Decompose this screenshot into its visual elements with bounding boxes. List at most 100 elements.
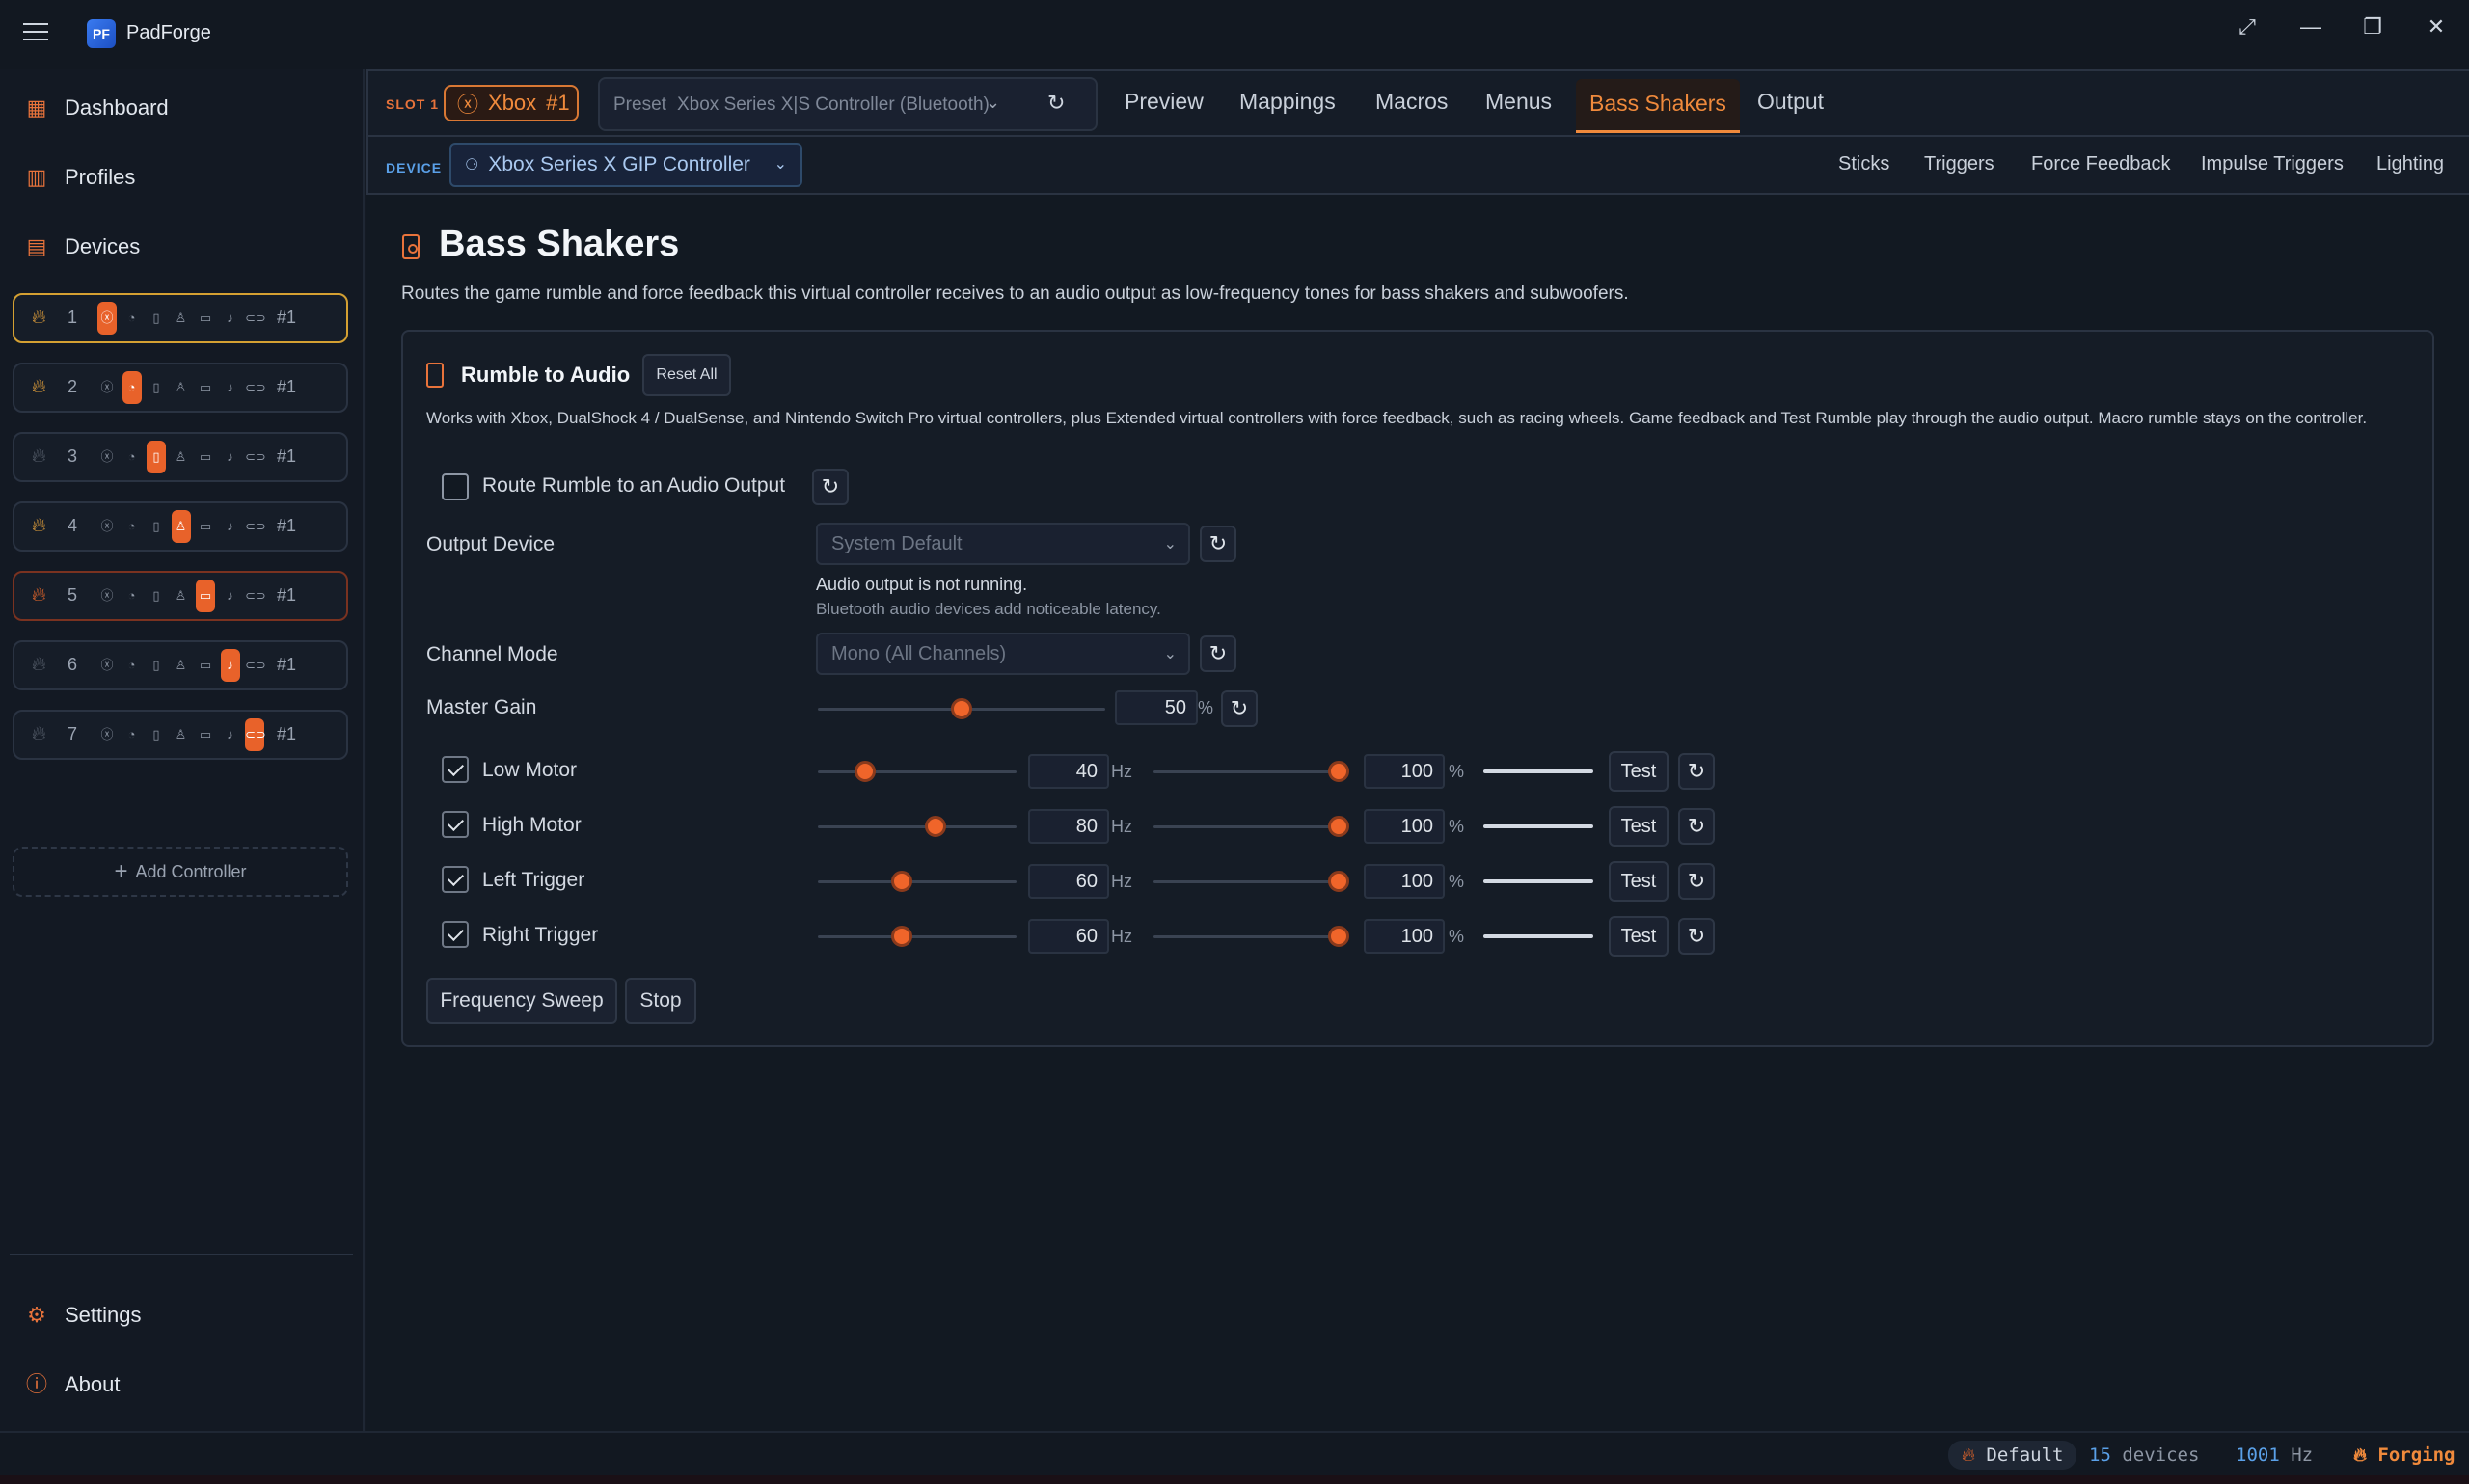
controller-slot-card[interactable]: 🔥︎ 5 ⓧ ◔ ▯ ♙ ▭ ♪ ⊂⊃ #1 (13, 571, 348, 621)
person-icon[interactable]: ♙ (172, 585, 191, 607)
frequency-track[interactable] (818, 770, 1017, 773)
test-button[interactable]: Test (1609, 916, 1669, 957)
gamepad-icon[interactable]: ⊂⊃ (245, 655, 266, 676)
route-reset-button[interactable]: ↻ (812, 469, 849, 505)
frequency-track[interactable] (818, 825, 1017, 828)
output-device-reset-button[interactable]: ↻ (1200, 526, 1236, 562)
person-icon[interactable]: ♙ (172, 724, 191, 745)
xbox-icon[interactable]: ⓧ (97, 655, 117, 676)
playstation-icon[interactable]: ◔ (122, 724, 142, 745)
frequency-track[interactable] (818, 880, 1017, 883)
tab-preview[interactable]: Preview (1125, 89, 1204, 115)
motor-enable-checkbox[interactable] (442, 811, 469, 838)
frequency-thumb[interactable] (924, 816, 946, 837)
xbox-icon[interactable]: ⓧ (97, 585, 117, 607)
nav-settings[interactable]: ⚙ Settings (0, 1288, 357, 1342)
switch-icon[interactable]: ▯ (147, 724, 166, 745)
master-gain-reset-button[interactable]: ↻ (1221, 690, 1258, 727)
keyboard-icon[interactable]: ▭ (196, 580, 215, 612)
xbox-icon[interactable]: ⓧ (97, 377, 117, 398)
tab-output[interactable]: Output (1757, 89, 1824, 115)
switch-icon[interactable]: ▯ (147, 441, 166, 473)
master-gain-thumb[interactable] (951, 698, 972, 719)
subtab-lighting[interactable]: Lighting (2376, 153, 2444, 175)
master-gain-input[interactable]: 50 (1115, 690, 1198, 725)
close-button[interactable]: ✕ (2409, 8, 2463, 46)
gamepad-icon[interactable]: ⊂⊃ (245, 718, 266, 751)
keyboard-icon[interactable]: ▭ (196, 308, 215, 329)
switch-icon[interactable]: ▯ (147, 516, 166, 537)
frequency-thumb[interactable] (890, 926, 912, 947)
minimize-button[interactable]: — (2284, 8, 2338, 46)
tab-mappings[interactable]: Mappings (1239, 89, 1336, 115)
gain-track[interactable] (1153, 825, 1339, 828)
switch-icon[interactable]: ▯ (147, 377, 166, 398)
person-icon[interactable]: ♙ (172, 308, 191, 329)
gain-track[interactable] (1153, 935, 1339, 938)
nav-about[interactable]: ⓘ About (0, 1358, 357, 1412)
controller-slot-card[interactable]: 🔥︎ 4 ⓧ ◔ ▯ ♙ ▭ ♪ ⊂⊃ #1 (13, 501, 348, 552)
keyboard-icon[interactable]: ▭ (196, 446, 215, 468)
playstation-icon[interactable]: ◔ (122, 308, 142, 329)
switch-icon[interactable]: ▯ (147, 308, 166, 329)
midi-icon[interactable]: ♪ (221, 516, 240, 537)
switch-icon[interactable]: ▯ (147, 585, 166, 607)
motor-enable-checkbox[interactable] (442, 921, 469, 948)
gamepad-icon[interactable]: ⊂⊃ (245, 446, 266, 468)
tab-macros[interactable]: Macros (1375, 89, 1448, 115)
subtab-force-feedback[interactable]: Force Feedback (2031, 153, 2171, 175)
midi-icon[interactable]: ♪ (220, 649, 240, 682)
subtab-triggers[interactable]: Triggers (1924, 153, 1994, 175)
controller-slot-card[interactable]: 🔥︎ 6 ⓧ ◔ ▯ ♙ ▭ ♪ ⊂⊃ #1 (13, 640, 348, 690)
motor-enable-checkbox[interactable] (442, 756, 469, 783)
xbox-icon[interactable]: ⓧ (97, 724, 117, 745)
keyboard-icon[interactable]: ▭ (196, 724, 215, 745)
gain-input[interactable]: 100 (1364, 754, 1445, 789)
keyboard-icon[interactable]: ▭ (196, 377, 215, 398)
playstation-icon[interactable]: ◔ (122, 585, 142, 607)
tab-menus[interactable]: Menus (1485, 89, 1552, 115)
subtab-impulse-triggers[interactable]: Impulse Triggers (2201, 153, 2344, 175)
playstation-icon[interactable]: ◔ (122, 371, 142, 404)
gamepad-icon[interactable]: ⊂⊃ (245, 308, 266, 329)
controller-slot-card[interactable]: 🔥︎ 1 ⓧ ◔ ▯ ♙ ▭ ♪ ⊂⊃ #1 (13, 293, 348, 343)
reset-all-button[interactable]: Reset All (642, 354, 731, 396)
gamepad-icon[interactable]: ⊂⊃ (245, 585, 266, 607)
reset-icon[interactable]: ↻ (1047, 91, 1065, 116)
gamepad-icon[interactable]: ⊂⊃ (245, 377, 266, 398)
tab-bass-shakers[interactable]: Bass Shakers (1576, 79, 1740, 133)
expand-icon[interactable]: ⤢ (2220, 8, 2274, 46)
motor-reset-button[interactable]: ↻ (1678, 753, 1715, 790)
motor-reset-button[interactable]: ↻ (1678, 918, 1715, 955)
person-icon[interactable]: ♙ (172, 655, 191, 676)
test-button[interactable]: Test (1609, 861, 1669, 902)
preset-select[interactable]: Preset Xbox Series X|S Controller (Bluet… (598, 77, 1098, 131)
person-icon[interactable]: ♙ (171, 510, 191, 543)
gain-input[interactable]: 100 (1364, 919, 1445, 954)
route-rumble-checkbox[interactable] (442, 473, 469, 500)
playstation-icon[interactable]: ◔ (122, 655, 142, 676)
midi-icon[interactable]: ♪ (221, 724, 240, 745)
playstation-icon[interactable]: ◔ (122, 446, 142, 468)
motor-enable-checkbox[interactable] (442, 866, 469, 893)
nav-dashboard[interactable]: ▦ Dashboard (0, 81, 357, 135)
midi-icon[interactable]: ♪ (221, 446, 240, 468)
device-select[interactable]: ⚆ Xbox Series X GIP Controller ⌄ (449, 143, 802, 187)
channel-mode-reset-button[interactable]: ↻ (1200, 635, 1236, 672)
keyboard-icon[interactable]: ▭ (196, 655, 215, 676)
switch-icon[interactable]: ▯ (147, 655, 166, 676)
controller-slot-card[interactable]: 🔥︎ 3 ⓧ ◔ ▯ ♙ ▭ ♪ ⊂⊃ #1 (13, 432, 348, 482)
frequency-input[interactable]: 80 (1028, 809, 1109, 844)
midi-icon[interactable]: ♪ (221, 377, 240, 398)
restore-button[interactable]: ❐ (2346, 8, 2400, 46)
gain-thumb[interactable] (1328, 761, 1349, 782)
motor-reset-button[interactable]: ↻ (1678, 808, 1715, 845)
output-device-select[interactable]: System Default ⌄ (816, 523, 1190, 565)
xbox-icon[interactable]: ⓧ (97, 302, 117, 335)
motor-reset-button[interactable]: ↻ (1678, 863, 1715, 900)
frequency-sweep-button[interactable]: Frequency Sweep (426, 978, 617, 1024)
frequency-input[interactable]: 60 (1028, 919, 1109, 954)
person-icon[interactable]: ♙ (172, 446, 191, 468)
gain-thumb[interactable] (1328, 871, 1349, 892)
gain-track[interactable] (1153, 770, 1339, 773)
